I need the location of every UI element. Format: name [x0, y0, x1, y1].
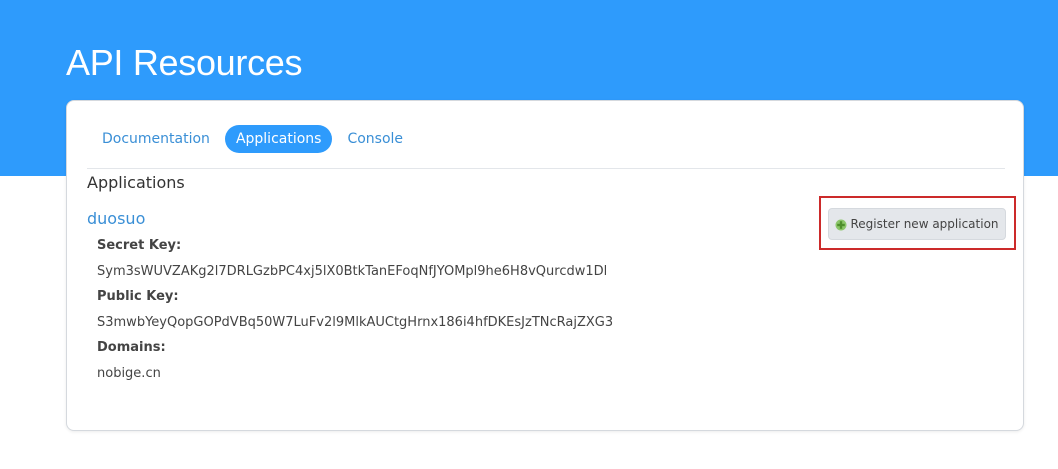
register-application-button[interactable]: Register new application [828, 208, 1006, 240]
tab-documentation[interactable]: Documentation [91, 125, 221, 153]
public-key-label: Public Key: [97, 289, 179, 304]
divider [87, 168, 1005, 169]
register-button-label: Register new application [850, 217, 999, 231]
tab-bar: Documentation Applications Console [91, 123, 418, 155]
tab-applications[interactable]: Applications [224, 125, 333, 153]
page-title: API Resources [66, 42, 303, 83]
plus-icon [835, 219, 847, 231]
application-name-link[interactable]: duosuo [87, 209, 145, 228]
secret-key-label: Secret Key: [97, 238, 182, 253]
public-key-value: S3mwbYeyQopGOPdVBq50W7LuFv2l9MlkAUCtgHrn… [97, 315, 614, 330]
resources-card: Documentation Applications Console Appli… [66, 100, 1024, 431]
secret-key-value: Sym3sWUVZAKg2l7DRLGzbPC4xj5lX0BtkTanEFoq… [97, 264, 608, 279]
section-heading: Applications [87, 173, 185, 192]
domains-value: nobige.cn [97, 366, 161, 381]
domains-label: Domains: [97, 340, 166, 355]
tab-console[interactable]: Console [336, 125, 414, 153]
